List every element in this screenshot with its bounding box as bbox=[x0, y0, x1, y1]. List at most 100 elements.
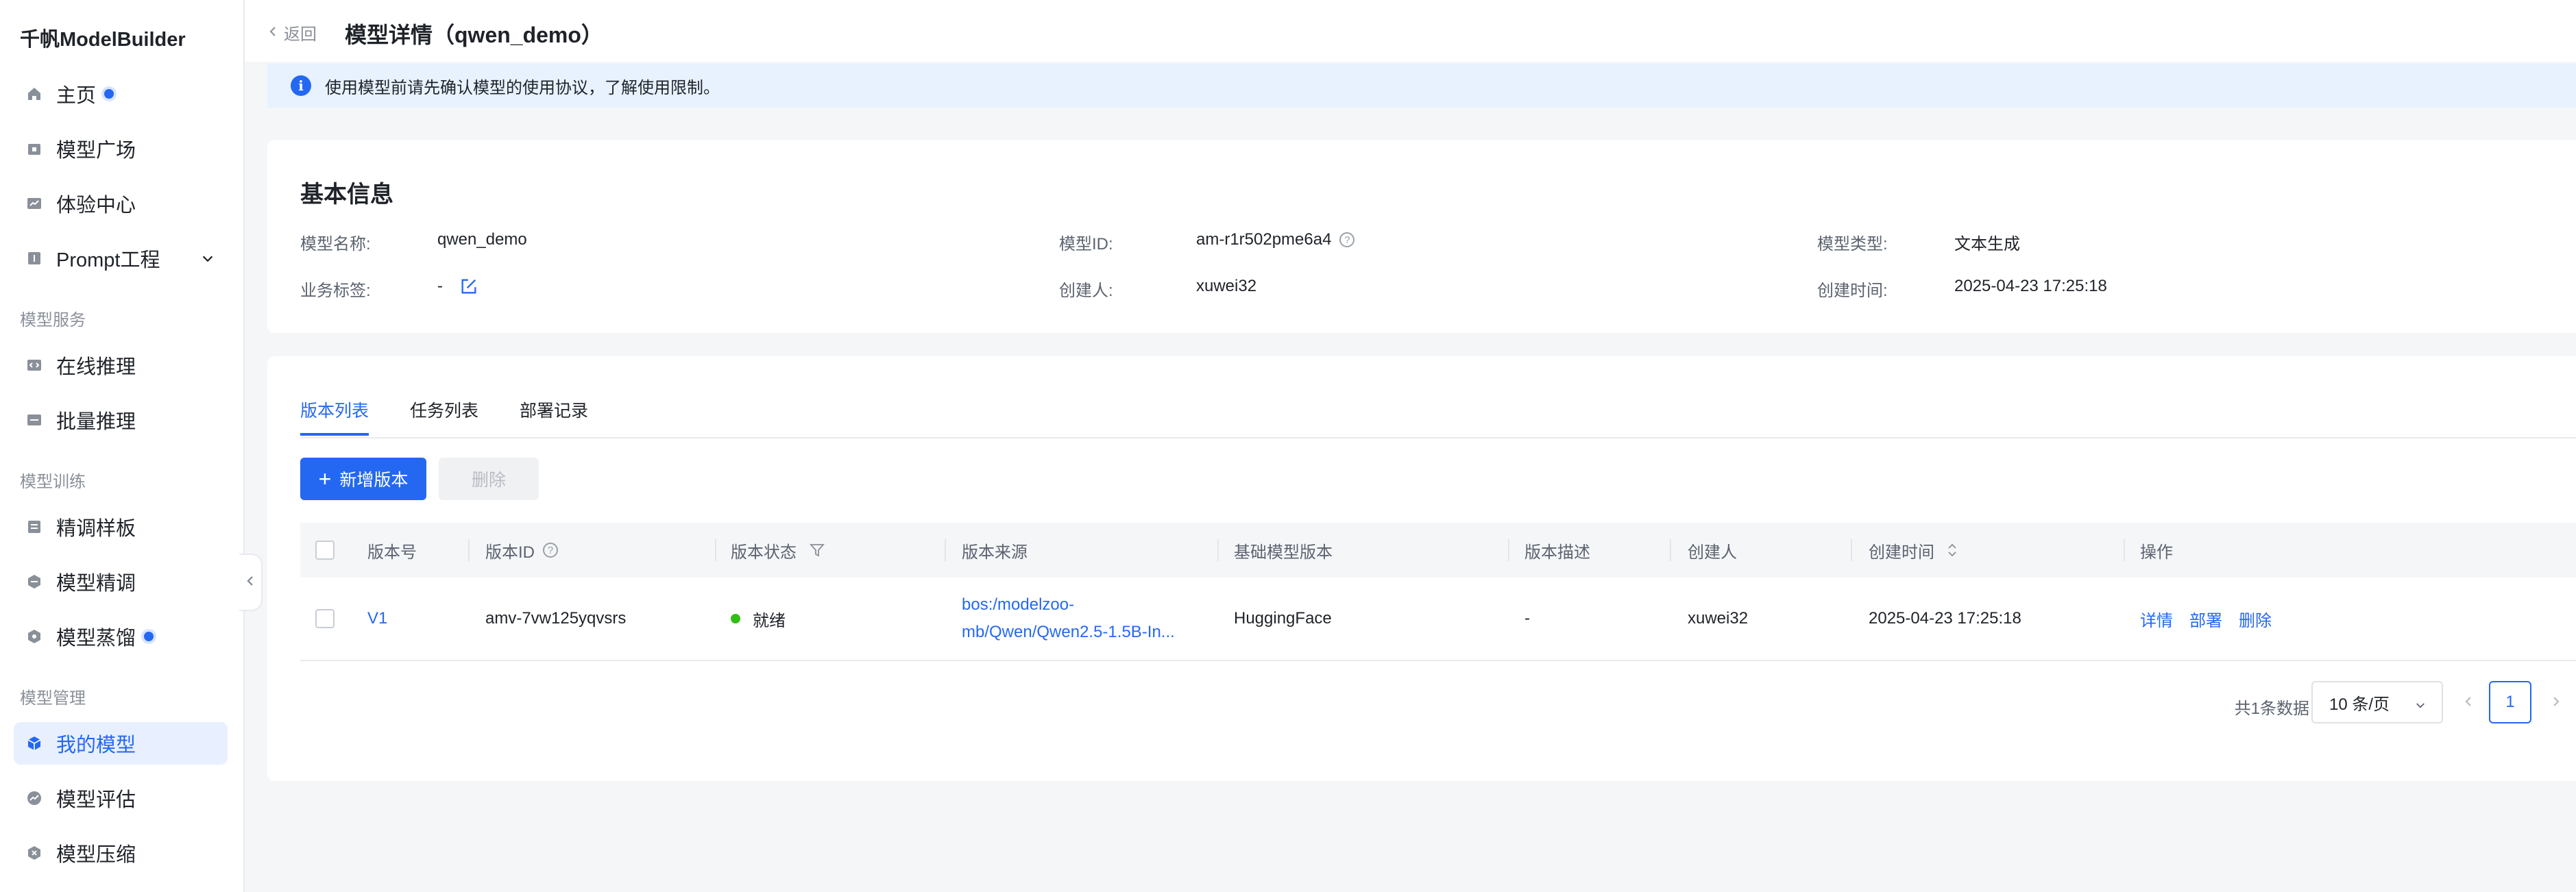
sidebar-item-compress[interactable]: 模型压缩 bbox=[14, 832, 228, 874]
status-cell: 就绪 bbox=[731, 578, 786, 660]
usage-notice: i 使用模型前请先确认模型的使用协议，了解使用限制。 bbox=[267, 64, 2576, 108]
created-time-cell: 2025-04-23 17:25:18 bbox=[1869, 609, 2021, 628]
creator-value: xuwei32 bbox=[1196, 277, 1257, 295]
column-separator bbox=[945, 539, 946, 561]
sidebar-item-finetune[interactable]: 模型精调 bbox=[14, 560, 228, 603]
header-version: 版本号 bbox=[367, 543, 417, 562]
sidebar-item-home[interactable]: 主页 bbox=[14, 73, 228, 115]
sidebar-collapse-handle[interactable] bbox=[239, 554, 263, 611]
chevron-left-icon bbox=[269, 23, 284, 42]
page-number-button[interactable]: 1 bbox=[2489, 681, 2531, 723]
model-type-label: 模型类型: bbox=[1817, 235, 1888, 253]
evaluation-icon bbox=[26, 790, 42, 806]
sidebar-item-label: 主页 bbox=[56, 85, 97, 107]
column-separator bbox=[468, 539, 470, 561]
code-icon bbox=[26, 357, 42, 373]
sidebar-item-label: 精调样板 bbox=[56, 518, 136, 540]
tab-bar: 版本列表 任务列表 部署记录 bbox=[300, 397, 2576, 438]
add-version-button[interactable]: + 新增版本 bbox=[300, 458, 426, 500]
batch-icon bbox=[26, 412, 42, 428]
source-line-1: bos:/modelzoo- bbox=[962, 595, 1075, 614]
chevron-down-icon[interactable] bbox=[200, 251, 215, 270]
sidebar-item-distill[interactable]: 模型蒸馏 bbox=[14, 615, 228, 658]
model-name-value: qwen_demo bbox=[437, 230, 527, 249]
sidebar-item-finetune-template[interactable]: 精调样板 bbox=[14, 506, 228, 548]
header-actions: 操作 bbox=[2140, 543, 2173, 562]
row-checkbox-cell[interactable] bbox=[315, 578, 335, 660]
version-id-cell: amv-7vw125yqvsrs bbox=[485, 609, 627, 628]
model-id-value: am-r1r502pme6a4 bbox=[1196, 230, 1332, 249]
versions-card: 版本列表 任务列表 部署记录 + 新增版本 删除 版本号 版本ID ? 版本状态 bbox=[267, 356, 2576, 781]
tab-version-list[interactable]: 版本列表 bbox=[300, 397, 369, 436]
back-link[interactable]: 返回 bbox=[269, 21, 317, 45]
sidebar-item-model-square[interactable]: 模型广场 bbox=[14, 127, 228, 170]
sidebar-item-evaluation[interactable]: 模型评估 bbox=[14, 777, 228, 819]
created-time-value: 2025-04-23 17:25:18 bbox=[1954, 277, 2107, 295]
delete-button: 删除 bbox=[439, 458, 539, 500]
compress-icon bbox=[26, 845, 42, 861]
table-header: 版本号 版本ID ? 版本状态 版本来源 基础模型版本 版本描述 创建人 创建时… bbox=[300, 523, 2576, 578]
sort-icon[interactable] bbox=[1947, 541, 1958, 559]
sidebar-item-experience[interactable]: 体验中心 bbox=[14, 182, 228, 225]
header-source: 版本来源 bbox=[962, 543, 1028, 562]
table-row: V1 amv-7vw125yqvsrs 就绪 bos:/modelzoo- mb… bbox=[300, 578, 2576, 661]
cube-icon bbox=[26, 735, 42, 752]
app-logo: 千帆ModelBuilder bbox=[20, 29, 186, 51]
next-page-icon[interactable] bbox=[2551, 695, 2561, 712]
source-line-2: mb/Qwen/Qwen2.5-1.5B-In... bbox=[962, 623, 1175, 641]
sidebar-item-prompt[interactable]: Prompt工程 bbox=[14, 237, 228, 280]
version-link[interactable]: V1 bbox=[367, 578, 387, 660]
header-creator: 创建人 bbox=[1688, 543, 1737, 562]
sidebar-item-label: 在线推理 bbox=[56, 356, 136, 378]
prev-page-icon[interactable] bbox=[2464, 695, 2473, 712]
source-link[interactable]: bos:/modelzoo- mb/Qwen/Qwen2.5-1.5B-In..… bbox=[962, 591, 1208, 646]
column-separator bbox=[1217, 539, 1219, 561]
description-cell: - bbox=[1524, 609, 1530, 628]
tab-task-list[interactable]: 任务列表 bbox=[410, 397, 478, 436]
sidebar-item-batch-inference[interactable]: 批量推理 bbox=[14, 399, 228, 441]
sidebar-item-label: 我的模型 bbox=[56, 734, 136, 756]
sidebar: 千帆ModelBuilder 主页 模型广场 体验中心 Prompt工程 模型服… bbox=[0, 0, 245, 892]
column-separator bbox=[2124, 539, 2125, 561]
header-created-time-label: 创建时间 bbox=[1869, 543, 1934, 562]
page-size-select[interactable]: 10 条/页 bbox=[2311, 681, 2443, 723]
model-type-value: 文本生成 bbox=[1954, 235, 2020, 253]
new-badge-dot bbox=[104, 89, 114, 99]
add-version-label: 新增版本 bbox=[339, 471, 409, 490]
page-size-value: 10 条/页 bbox=[2329, 695, 2390, 714]
sidebar-item-online-inference[interactable]: 在线推理 bbox=[14, 344, 228, 386]
sidebar-item-label: 模型评估 bbox=[56, 789, 136, 811]
basic-info-card: 基本信息 模型名称: qwen_demo 模型ID: am-r1r502pme6… bbox=[267, 140, 2576, 333]
select-all-checkbox[interactable] bbox=[315, 541, 335, 560]
filter-icon[interactable] bbox=[809, 542, 825, 558]
sidebar-item-my-models[interactable]: 我的模型 bbox=[14, 722, 228, 765]
business-tags-value: - bbox=[437, 277, 443, 295]
base-model-cell: HuggingFace bbox=[1234, 609, 1332, 628]
header-status-label: 版本状态 bbox=[731, 543, 797, 562]
details-link[interactable]: 详情 bbox=[2140, 607, 2173, 631]
sidebar-item-label: 模型压缩 bbox=[56, 844, 136, 866]
deploy-link[interactable]: 部署 bbox=[2189, 607, 2222, 631]
model-id-field: am-r1r502pme6a4 ? bbox=[1196, 230, 1355, 249]
creator-label: 创建人: bbox=[1059, 282, 1113, 300]
store-icon bbox=[26, 140, 42, 157]
tab-deploy-records[interactable]: 部署记录 bbox=[520, 397, 588, 436]
help-icon[interactable]: ? bbox=[543, 543, 558, 558]
notice-text: 使用模型前请先确认模型的使用协议，了解使用限制。 bbox=[325, 78, 720, 97]
basic-info-title: 基本信息 bbox=[300, 182, 393, 208]
model-name-label: 模型名称: bbox=[300, 235, 371, 253]
distill-icon bbox=[26, 628, 42, 645]
sidebar-item-label: 体验中心 bbox=[56, 195, 136, 216]
group-title-model-training: 模型训练 bbox=[20, 473, 86, 491]
page-title: 模型详情（qwen_demo） bbox=[345, 23, 603, 47]
header-description: 版本描述 bbox=[1524, 543, 1590, 562]
help-icon[interactable]: ? bbox=[1339, 232, 1355, 247]
source-cell: bos:/modelzoo- mb/Qwen/Qwen2.5-1.5B-In..… bbox=[962, 578, 1208, 660]
row-checkbox[interactable] bbox=[315, 609, 335, 628]
created-time-label: 创建时间: bbox=[1817, 282, 1888, 300]
actions-cell: 详情 部署 删除 bbox=[2140, 578, 2272, 660]
column-separator bbox=[1851, 539, 1852, 561]
delete-link[interactable]: 删除 bbox=[2239, 607, 2272, 631]
edit-icon[interactable] bbox=[459, 277, 478, 296]
select-all-checkbox-cell[interactable] bbox=[315, 523, 335, 578]
